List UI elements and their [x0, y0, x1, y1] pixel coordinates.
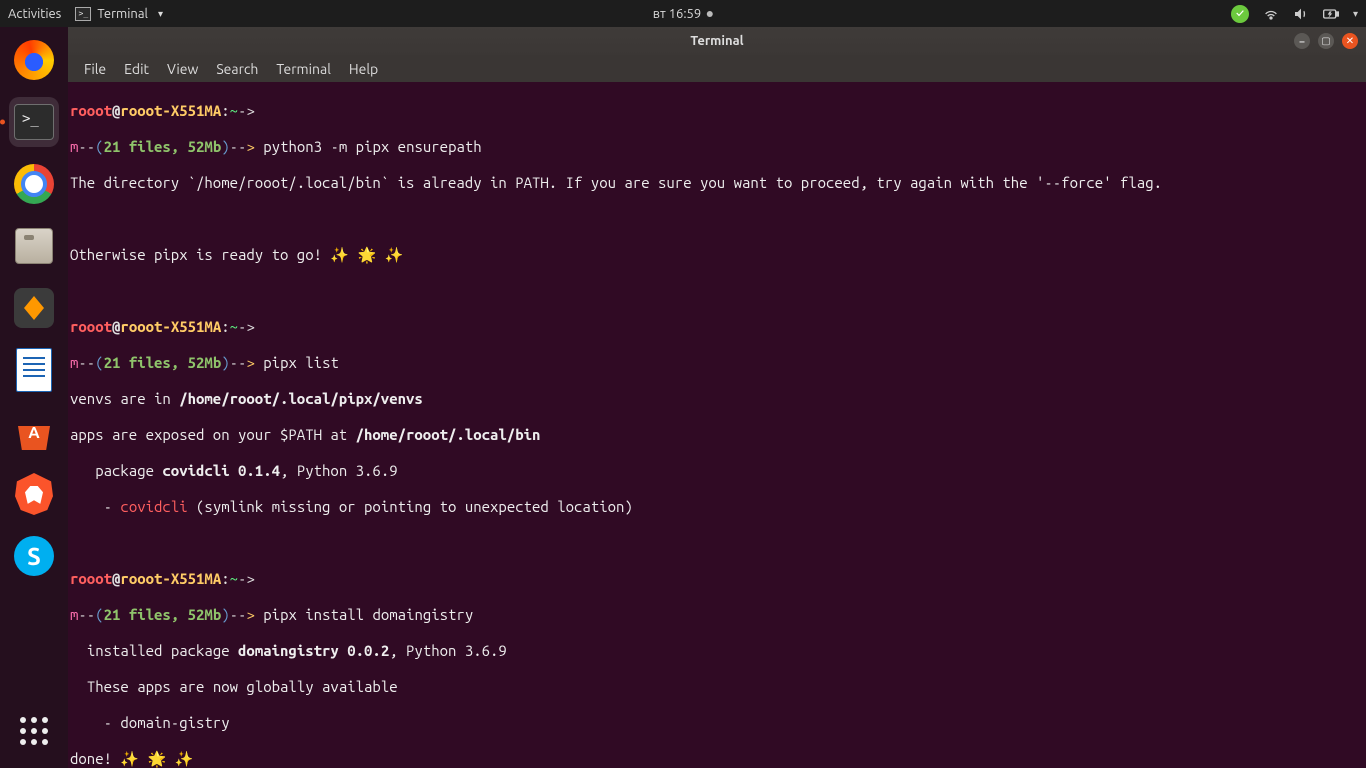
- terminal-window: Terminal – ▢ ✕ File Edit View Search Ter…: [68, 27, 1366, 768]
- volume-icon[interactable]: [1293, 6, 1309, 22]
- launcher-item-terminal[interactable]: [9, 97, 59, 147]
- menubar: File Edit View Search Terminal Help: [68, 55, 1366, 82]
- output-line: done! ✨ 🌟 ✨: [70, 750, 1364, 768]
- launcher-item-writer[interactable]: [9, 345, 59, 395]
- battery-icon[interactable]: [1323, 6, 1339, 22]
- launcher-dock: S: [0, 27, 68, 768]
- output-line: Otherwise pipx is ready to go! ✨ 🌟 ✨: [70, 246, 1364, 264]
- terminal-output[interactable]: rooot@rooot-X551MA:~-> m--(21 files, 52M…: [68, 82, 1366, 768]
- launcher-item-sublime[interactable]: [9, 283, 59, 333]
- terminal-icon: >_: [75, 7, 91, 21]
- chrome-icon: [14, 164, 54, 204]
- close-button[interactable]: ✕: [1342, 33, 1358, 49]
- launcher-item-software[interactable]: [9, 407, 59, 457]
- window-title: Terminal: [690, 34, 743, 48]
- pkg-domaingistry: domaingistry 0.0.2: [238, 642, 389, 659]
- launcher-item-files[interactable]: [9, 221, 59, 271]
- launcher-item-skype[interactable]: S: [9, 531, 59, 581]
- launcher-item-chrome[interactable]: [9, 159, 59, 209]
- terminal-icon: [14, 104, 54, 140]
- maximize-button[interactable]: ▢: [1318, 33, 1334, 49]
- output-line: - domain-gistry: [70, 714, 1364, 732]
- apps-path: /home/rooot/.local/bin: [356, 426, 541, 443]
- menu-terminal[interactable]: Terminal: [268, 58, 339, 80]
- menu-search[interactable]: Search: [208, 58, 266, 80]
- firefox-icon: [14, 40, 54, 80]
- clock-label: вт 16:59: [653, 7, 701, 21]
- output-line: The directory `/home/rooot/.local/bin` i…: [70, 174, 1364, 192]
- minimize-button[interactable]: –: [1294, 33, 1310, 49]
- software-center-icon: [14, 414, 54, 450]
- prompt-host: rooot-X551MA: [120, 102, 221, 119]
- skype-icon: S: [14, 536, 54, 576]
- wifi-icon[interactable]: [1263, 6, 1279, 22]
- writer-icon: [16, 348, 52, 392]
- top-panel: Activities >_ Terminal ▾ вт 16:59 ✓ ▾: [0, 0, 1366, 27]
- prompt-dir: ~: [230, 102, 238, 119]
- clock[interactable]: вт 16:59: [653, 7, 713, 21]
- files-icon: [15, 228, 53, 264]
- missing-symlink: covidcli: [120, 498, 187, 515]
- app-menu[interactable]: >_ Terminal ▾: [75, 7, 163, 21]
- brave-icon: [15, 473, 53, 515]
- activities-button[interactable]: Activities: [8, 7, 61, 21]
- menu-file[interactable]: File: [76, 58, 114, 80]
- prompt-user: rooot: [70, 102, 112, 119]
- menu-help[interactable]: Help: [341, 58, 386, 80]
- prompt-info: 21 files, 52Mb: [104, 138, 222, 155]
- command-2: pipx list: [263, 354, 339, 371]
- menu-view[interactable]: View: [159, 58, 206, 80]
- show-applications-button[interactable]: [9, 706, 59, 756]
- app-menu-label: Terminal: [97, 7, 148, 21]
- pkg-covidcli: covidcli 0.1.4: [162, 462, 280, 479]
- notification-dot-icon: [707, 11, 713, 17]
- sublime-icon: [14, 288, 54, 328]
- command-1: python3 -m pipx ensurepath: [263, 138, 481, 155]
- menu-edit[interactable]: Edit: [116, 58, 157, 80]
- system-menu-icon[interactable]: ▾: [1353, 8, 1358, 20]
- titlebar[interactable]: Terminal – ▢ ✕: [68, 27, 1366, 55]
- update-ready-icon[interactable]: ✓: [1231, 5, 1249, 23]
- venvs-path: /home/rooot/.local/pipx/venvs: [179, 390, 423, 407]
- chevron-down-icon: ▾: [158, 8, 163, 20]
- launcher-item-firefox[interactable]: [9, 35, 59, 85]
- command-3: pipx install domaingistry: [263, 606, 473, 623]
- launcher-item-brave[interactable]: [9, 469, 59, 519]
- output-line: These apps are now globally available: [70, 678, 1364, 696]
